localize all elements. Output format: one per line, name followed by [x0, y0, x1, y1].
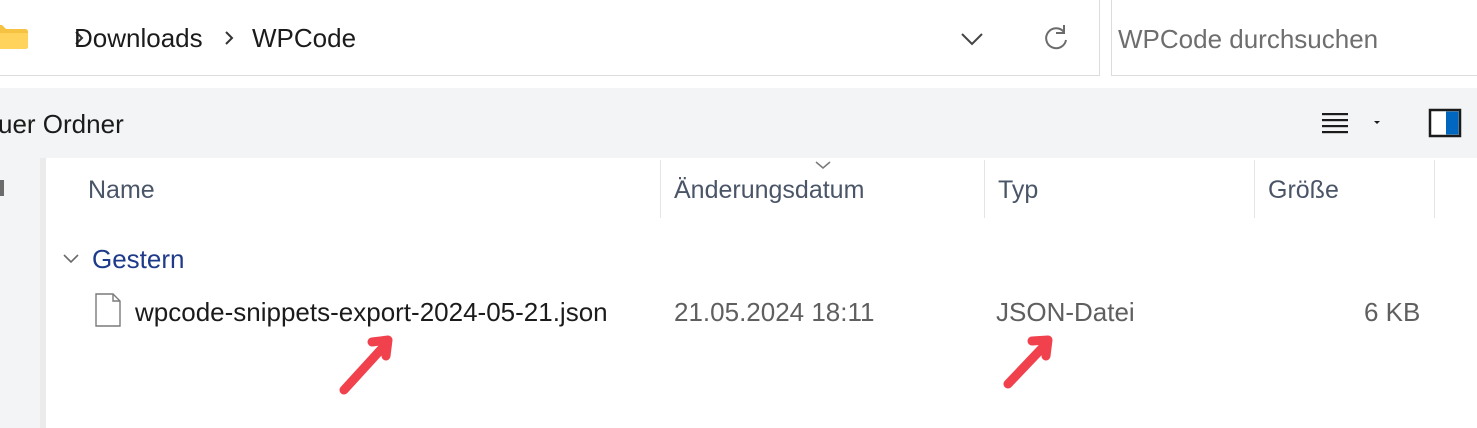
command-bar: uer Ordner [0, 88, 1477, 158]
column-divider[interactable] [1434, 160, 1435, 218]
folder-icon [0, 25, 28, 49]
column-divider[interactable] [660, 160, 661, 218]
group-label: Gestern [92, 244, 185, 274]
nav-pane-marker [0, 180, 4, 196]
navigation-pane [0, 158, 40, 428]
column-header-size[interactable]: Größe [1268, 174, 1339, 218]
chevron-down-icon[interactable] [958, 26, 986, 50]
annotation-arrow-icon [339, 335, 393, 395]
file-icon [95, 293, 121, 327]
file-explorer-window: Downloads WPCode uer Ordner [0, 0, 1477, 428]
search-box[interactable] [1111, 0, 1477, 76]
column-header-name[interactable]: Name [88, 174, 155, 218]
file-row[interactable]: wpcode-snippets-export-2024-05-21.json 2… [46, 288, 1477, 344]
chevron-right-icon [225, 31, 234, 45]
column-header-modified[interactable]: Änderungsdatum [674, 174, 864, 218]
new-folder-button[interactable]: uer Ordner [0, 108, 124, 140]
breadcrumb-downloads[interactable]: Downloads [74, 22, 203, 54]
file-name[interactable]: wpcode-snippets-export-2024-05-21.json [135, 296, 608, 328]
list-view-icon[interactable] [1320, 108, 1350, 138]
annotation-arrow-icon [1003, 335, 1053, 389]
file-modified: 21.05.2024 18:11 [674, 297, 875, 327]
column-divider[interactable] [1254, 160, 1255, 218]
refresh-icon[interactable] [1042, 22, 1070, 52]
file-type: JSON-Datei [996, 297, 1135, 327]
column-header-type[interactable]: Typ [998, 174, 1038, 218]
chevron-down-icon[interactable] [60, 248, 82, 268]
search-input[interactable] [1116, 18, 1477, 60]
file-size: 6 KB [1364, 297, 1421, 327]
column-divider[interactable] [984, 160, 985, 218]
details-pane-icon[interactable] [1428, 106, 1464, 140]
address-bar[interactable]: Downloads WPCode [0, 0, 1100, 76]
breadcrumb-wpcode[interactable]: WPCode [252, 22, 356, 54]
caret-down-icon[interactable] [1370, 116, 1384, 130]
sort-indicator-icon [815, 161, 831, 169]
